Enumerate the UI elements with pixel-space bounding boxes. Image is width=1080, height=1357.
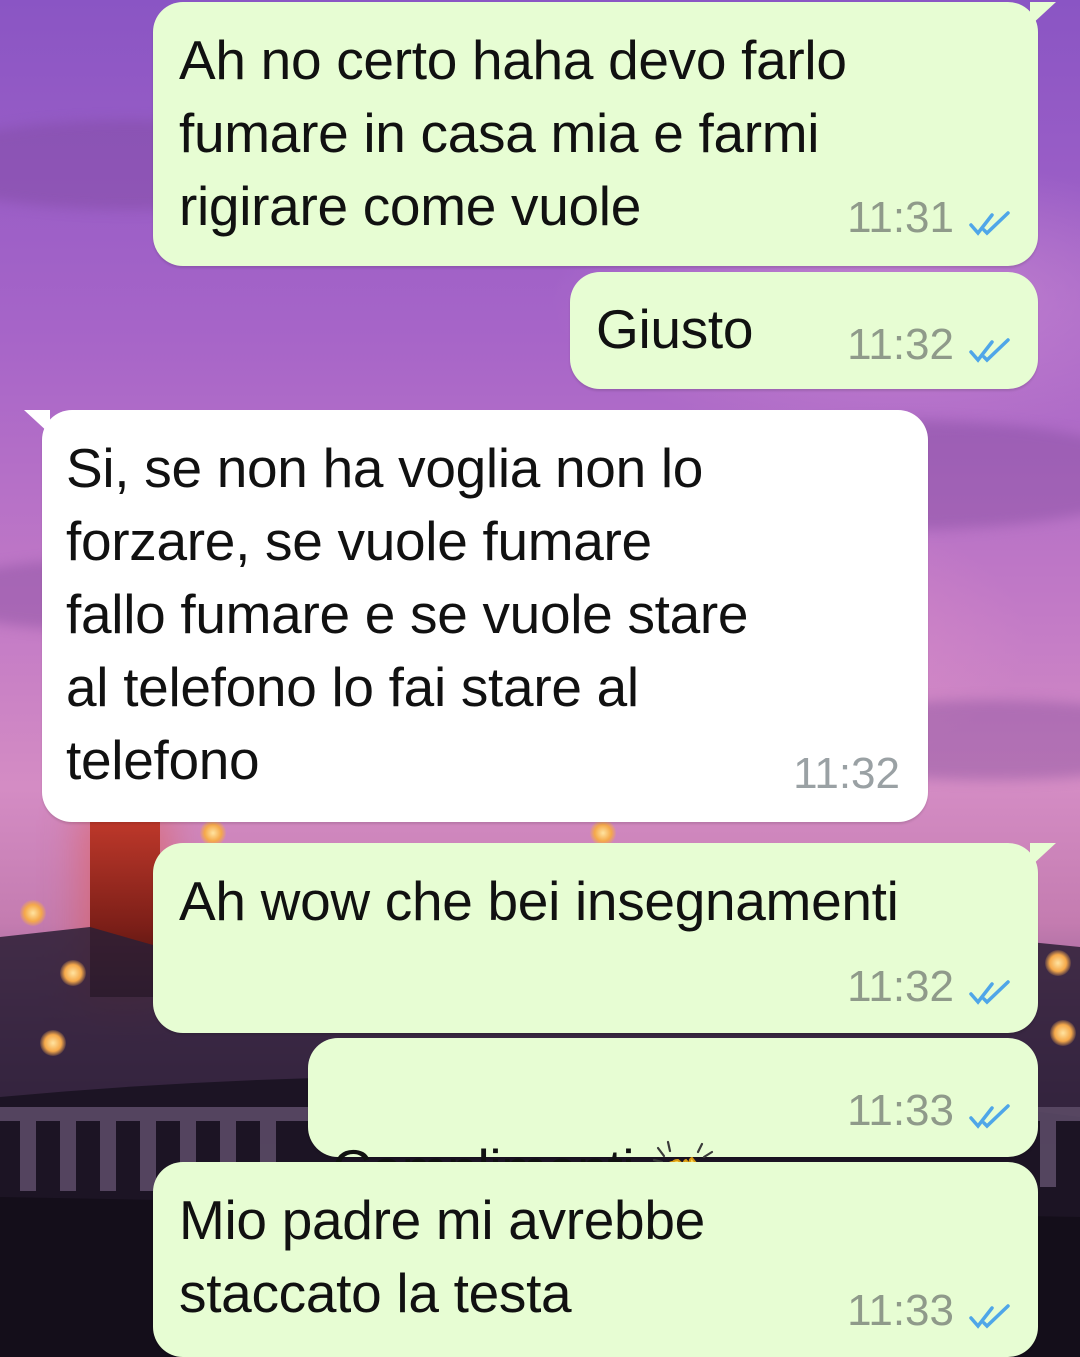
message-time: 11:32 xyxy=(847,320,954,369)
message-text: Mio padre mi avrebbe staccato la testa xyxy=(179,1189,705,1324)
message-text: Ah wow che bei insegnamenti xyxy=(179,870,899,932)
double-check-icon xyxy=(969,338,1010,363)
message-text: Si, se non ha voglia non lo forzare, se … xyxy=(66,437,749,791)
message-meta: 11:32 xyxy=(793,752,900,796)
message-text: Giusto xyxy=(596,298,754,360)
outgoing-message[interactable]: Complimenti 11:33 xyxy=(308,1038,1038,1205)
message-time: 11:31 xyxy=(847,193,954,242)
message-meta: 11:32 xyxy=(847,965,1014,1009)
double-check-icon xyxy=(969,211,1010,236)
bubble-tail xyxy=(24,410,50,434)
outgoing-message[interactable]: Mio padre mi avrebbe staccato la testa 1… xyxy=(153,1162,1038,1357)
message-meta: 11:31 xyxy=(847,196,1014,240)
outgoing-message[interactable]: Ah wow che bei insegnamenti 11:32 xyxy=(153,843,1056,1033)
message-time: 11:32 xyxy=(793,749,900,798)
double-check-icon xyxy=(969,1104,1010,1129)
message-meta: 11:33 xyxy=(847,1089,1014,1133)
bubble-tail xyxy=(1030,843,1056,867)
double-check-icon xyxy=(969,980,1010,1005)
outgoing-message[interactable]: Giusto 11:32 xyxy=(570,272,1038,389)
message-time: 11:33 xyxy=(847,1286,954,1335)
message-text: Ah no certo haha devo farlo fumare in ca… xyxy=(179,29,847,237)
message-meta: 11:33 xyxy=(847,1289,1014,1333)
message-time: 11:33 xyxy=(847,1086,954,1135)
message-time: 11:32 xyxy=(847,962,954,1011)
message-meta: 11:32 xyxy=(847,323,1014,367)
bubble-tail xyxy=(1030,2,1056,26)
outgoing-message[interactable]: Ah no certo haha devo farlo fumare in ca… xyxy=(153,2,1056,266)
double-check-icon xyxy=(969,1304,1010,1329)
incoming-message[interactable]: Si, se non ha voglia non lo forzare, se … xyxy=(24,410,928,822)
